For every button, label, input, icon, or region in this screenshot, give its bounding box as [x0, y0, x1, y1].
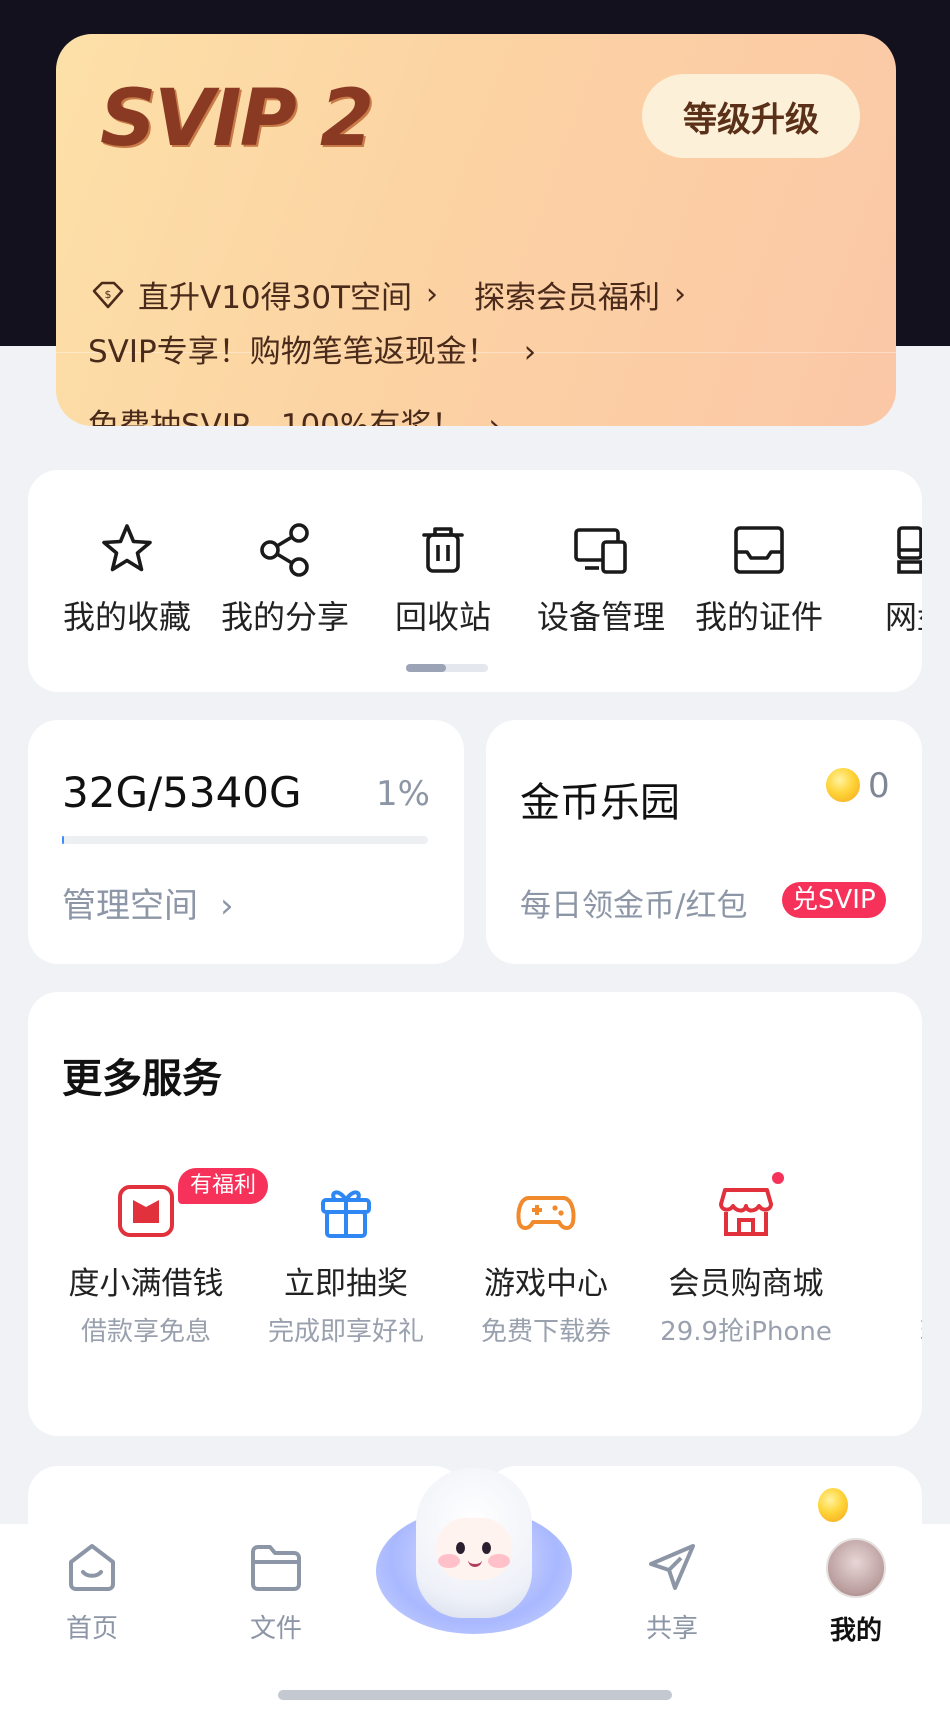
- chevron-right-icon: ›: [674, 277, 687, 312]
- shortcut-favorites[interactable]: 我的收藏: [48, 520, 206, 638]
- chevron-right-icon: ›: [426, 277, 439, 312]
- service-partial[interactable]: 哈 玩游: [846, 1180, 922, 1348]
- folder-icon: [251, 1545, 301, 1591]
- shortcut-label: 我的收藏: [62, 598, 191, 636]
- more-icon: [915, 1180, 922, 1242]
- gift-icon: [321, 1190, 371, 1238]
- tab-label: 首页: [65, 1614, 118, 1644]
- promo-lottery-link[interactable]: 免费抽SVIP，100%有奖！ ›: [88, 400, 501, 426]
- perk-direct-upgrade-link[interactable]: 直升V10得30T空间: [138, 272, 412, 317]
- chevron-right-icon: ›: [523, 334, 537, 370]
- service-name: 游戏中心: [484, 1266, 608, 1302]
- more-services-card: 更多服务 有福利 度小满借钱 借款享免息 立即抽奖 完成即享好礼 游戏中心 免费…: [28, 992, 922, 1436]
- loan-icon: [118, 1185, 174, 1237]
- storage-progress-fill: [62, 836, 65, 844]
- shortcut-label: 设备管理: [536, 598, 665, 636]
- service-desc: 玩游: [920, 1311, 922, 1348]
- assistant-mascot-button[interactable]: [376, 1468, 572, 1648]
- mascot-face: [436, 1518, 512, 1580]
- shortcut-label: 网盘: [884, 598, 922, 636]
- service-du-xiaoman-loan[interactable]: 有福利 度小满借钱 借款享免息: [46, 1168, 269, 1348]
- shortcut-label: 我的分享: [220, 598, 349, 636]
- tab-share[interactable]: 共享: [612, 1524, 732, 1645]
- service-name: 立即抽奖: [284, 1266, 408, 1302]
- home-icon: [69, 1544, 115, 1591]
- gold-coin-icon: [826, 768, 860, 802]
- coin-count: 0: [868, 766, 890, 806]
- services-row: 有福利 度小满借钱 借款享免息 立即抽奖 完成即享好礼 游戏中心 免费下载券 会…: [46, 1168, 922, 1348]
- service-desc: 借款享免息: [80, 1317, 211, 1347]
- manage-space-label: 管理空间: [62, 886, 198, 926]
- storage-progress-bar: [62, 836, 428, 844]
- perk-explore-benefits-link[interactable]: 探索会员福利: [474, 272, 660, 317]
- service-desc: 29.9抢iPhone: [660, 1317, 832, 1347]
- service-game-center[interactable]: 游戏中心 免费下载券: [446, 1180, 646, 1348]
- redeem-svip-badge[interactable]: 兑SVIP: [782, 882, 886, 918]
- trash-icon: [422, 527, 464, 573]
- shortcut-scroll-indicator: [406, 664, 488, 672]
- send-icon: [649, 1544, 695, 1590]
- id-card-icon: [734, 526, 784, 574]
- shortcut-netdisk[interactable]: 网盘: [838, 520, 922, 638]
- shortcut-label: 回收站: [394, 598, 491, 636]
- more-services-title: 更多服务: [62, 1056, 222, 1102]
- shortcut-label: 我的证件: [694, 598, 823, 636]
- star-icon: [102, 524, 152, 572]
- service-desc: 完成即享好礼: [267, 1317, 424, 1347]
- mascot-eye: [482, 1542, 491, 1554]
- store-icon: [719, 1188, 773, 1236]
- chevron-right-icon: ›: [220, 886, 234, 926]
- storage-percent: 1%: [376, 774, 430, 814]
- svg-text:$: $: [105, 288, 112, 301]
- coin-park-subtitle: 每日领金币/红包: [520, 888, 748, 924]
- shortcut-my-documents[interactable]: 我的证件: [680, 520, 838, 638]
- shortcut-card: 我的收藏 我的分享 回收站 设备管理 我的证件 网盘: [28, 470, 922, 692]
- gamepad-icon: [516, 1196, 576, 1230]
- tab-label: 共享: [645, 1614, 698, 1644]
- tab-files[interactable]: 文件: [216, 1524, 336, 1645]
- shortcut-row: 我的收藏 我的分享 回收站 设备管理 我的证件 网盘: [48, 520, 922, 638]
- shortcut-device-management[interactable]: 设备管理: [522, 520, 680, 638]
- netdisk-icon: [897, 526, 922, 574]
- storage-usage: 32G/5340G: [62, 768, 302, 817]
- upgrade-level-button[interactable]: 等级升级: [642, 74, 860, 158]
- home-indicator: [278, 1690, 672, 1700]
- promo-label: 免费抽SVIP，100%有奖！: [88, 408, 463, 426]
- service-member-mall[interactable]: 会员购商城 29.9抢iPhone: [646, 1170, 846, 1348]
- mascot-cheek: [438, 1554, 460, 1568]
- mascot-eye: [456, 1542, 465, 1554]
- chevron-right-icon: ›: [488, 408, 501, 426]
- tab-mine[interactable]: 我的: [796, 1524, 916, 1647]
- svip-card[interactable]: SVIP 2 等级升级 $ 直升V10得30T空间 › 探索会员福利 › SVI…: [56, 34, 896, 426]
- share-icon: [260, 523, 309, 577]
- shortcut-shares[interactable]: 我的分享: [206, 520, 364, 638]
- svip-level-logo: SVIP 2: [100, 74, 374, 164]
- coin-park-title: 金币乐园: [520, 780, 680, 826]
- mascot-cheek: [488, 1554, 510, 1568]
- coin-park-card[interactable]: 金币乐园 0 每日领金币/红包 兑SVIP: [486, 720, 922, 964]
- notification-dot: [770, 1170, 786, 1186]
- promo-cashback-link[interactable]: SVIP专享！购物笔笔返现金！ ›: [88, 326, 536, 371]
- devices-icon: [574, 528, 627, 574]
- manage-space-link[interactable]: 管理空间 ›: [62, 878, 234, 927]
- shortcut-recycle-bin[interactable]: 回收站: [364, 520, 522, 638]
- tab-label: 我的: [829, 1616, 882, 1646]
- tab-label: 文件: [249, 1614, 302, 1644]
- tab-home[interactable]: 首页: [32, 1524, 152, 1645]
- storage-card[interactable]: 32G/5340G 1% 管理空间 ›: [28, 720, 464, 964]
- gold-coin-icon: [818, 1488, 848, 1522]
- service-name: 会员购商城: [668, 1266, 824, 1302]
- avatar: [826, 1538, 886, 1598]
- perk-row: $ 直升V10得30T空间 › 探索会员福利 ›: [90, 272, 722, 317]
- scroll-thumb: [406, 664, 446, 672]
- service-lottery[interactable]: 立即抽奖 完成即享好礼: [246, 1180, 446, 1348]
- coupon-diamond-icon: $: [90, 277, 126, 313]
- service-name: 度小满借钱: [68, 1266, 224, 1302]
- service-desc: 免费下载券: [480, 1317, 611, 1347]
- promo-label: SVIP专享！购物笔笔返现金！: [88, 334, 498, 370]
